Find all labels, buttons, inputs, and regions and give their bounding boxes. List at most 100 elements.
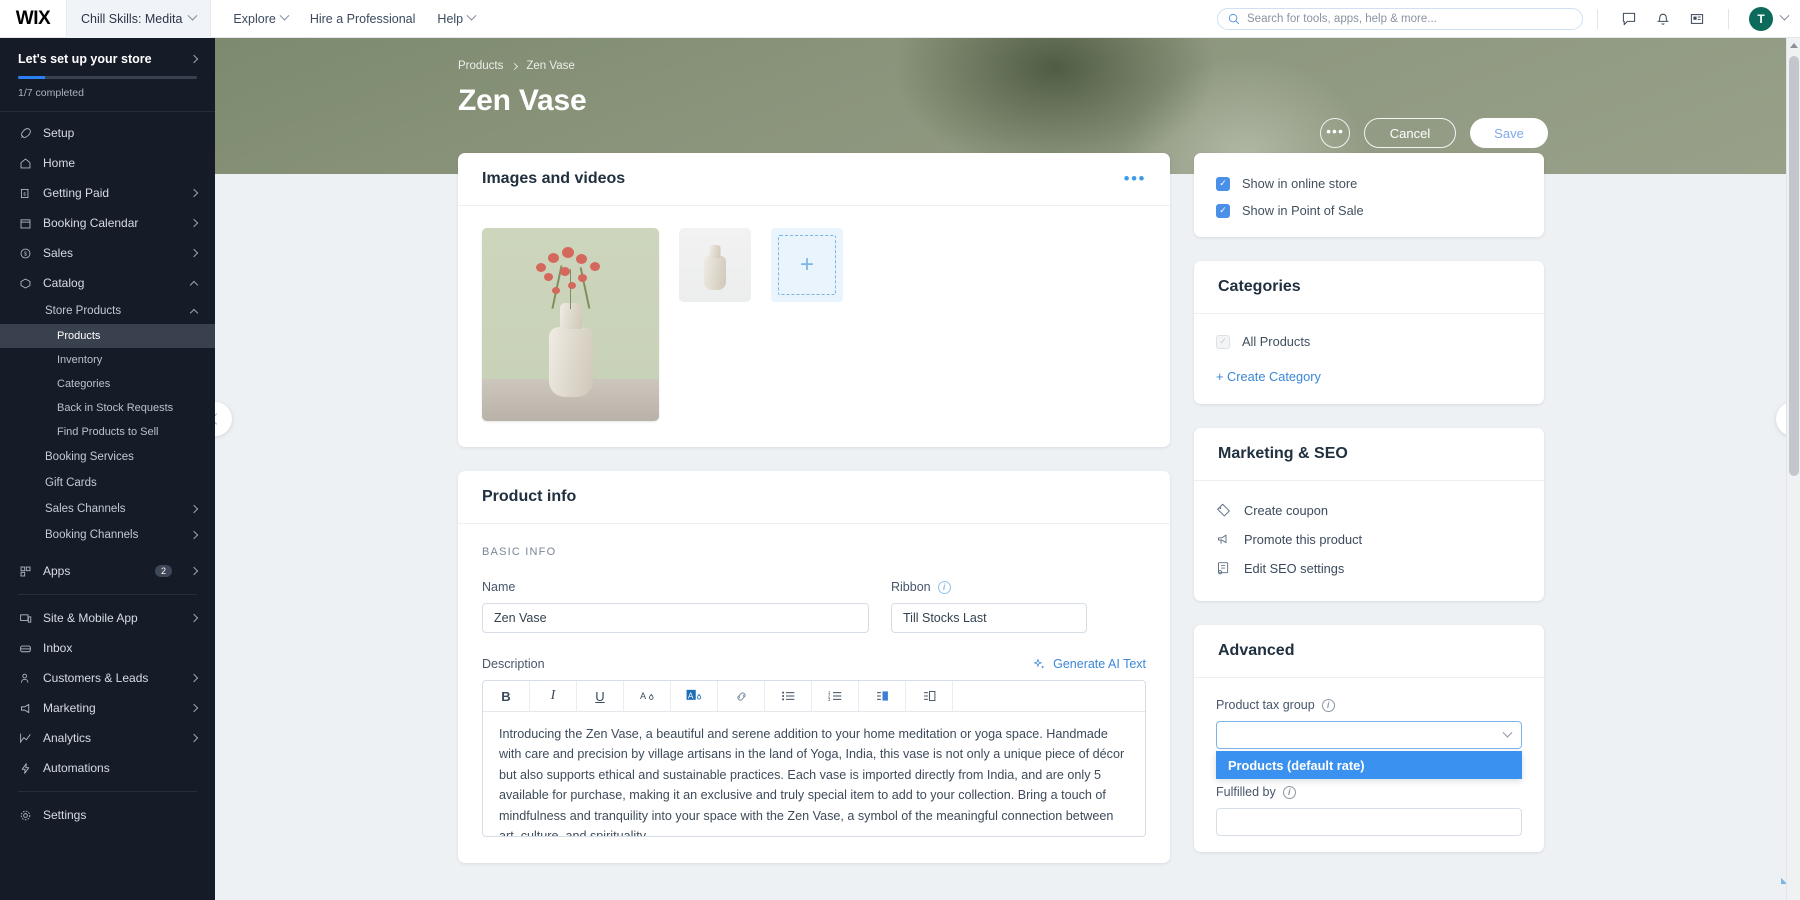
money-icon: $ <box>18 186 32 200</box>
news-icon[interactable] <box>1680 11 1714 27</box>
show-in-point-of-sale-row[interactable]: ✓ Show in Point of Sale <box>1216 203 1522 218</box>
sidebar-item-booking-calendar[interactable]: Booking Calendar <box>0 208 215 238</box>
sidebar-item-back-in-stock-requests[interactable]: Back in Stock Requests <box>0 396 215 420</box>
svg-text:3: 3 <box>828 697 831 702</box>
chevron-right-icon <box>511 62 519 70</box>
main-content: Products Zen Vase Zen Vase ••• Cancel Sa… <box>215 38 1793 900</box>
sidebar: Let's set up your store 1/7 completed Se… <box>0 38 215 900</box>
sidebar-item-inbox[interactable]: Inbox <box>0 633 215 663</box>
checkbox-disabled-icon: ✓ <box>1216 334 1230 349</box>
setup-progress-block[interactable]: Let's set up your store 1/7 completed <box>0 38 215 112</box>
show-in-online-store-label: Show in online store <box>1242 176 1358 191</box>
description-textarea[interactable]: Introducing the Zen Vase, a beautiful an… <box>483 712 1145 836</box>
more-actions-button[interactable]: ••• <box>1320 118 1350 148</box>
svg-text:A: A <box>640 691 647 701</box>
sidebar-item-find-products-to-sell[interactable]: Find Products to Sell <box>0 420 215 444</box>
save-button[interactable]: Save <box>1470 118 1548 148</box>
promote-product-label: Promote this product <box>1244 532 1363 547</box>
bullet-list-icon[interactable] <box>765 681 812 711</box>
images-more-icon[interactable]: ••• <box>1124 170 1146 187</box>
sidebar-item-products[interactable]: Products <box>0 324 215 348</box>
cancel-button[interactable]: Cancel <box>1364 118 1456 148</box>
bold-icon[interactable]: B <box>483 681 530 711</box>
promote-product-link[interactable]: Promote this product <box>1216 525 1522 554</box>
sidebar-item-settings[interactable]: Settings <box>0 800 215 830</box>
italic-icon[interactable]: I <box>530 681 577 711</box>
bell-icon[interactable] <box>1646 11 1680 27</box>
product-image-primary[interactable] <box>482 228 659 421</box>
avatar[interactable]: T <box>1749 6 1773 31</box>
highlight-color-icon[interactable]: A <box>671 681 718 711</box>
nav-hire-professional[interactable]: Hire a Professional <box>310 12 416 26</box>
numbered-list-icon[interactable]: 123 <box>812 681 859 711</box>
setup-title: Let's set up your store <box>18 52 152 66</box>
product-info-body: BASIC INFO Name Zen Vase Ribbon i Till S… <box>458 524 1787 885</box>
sidebar-item-marketing[interactable]: Marketing <box>0 693 215 723</box>
description-editor: B I U A A 1 2 3 Introducing the Zen Vase… <box>482 680 1787 885</box>
megaphone-icon <box>1218 534 1227 544</box>
advanced-header: Advanced <box>1194 625 1544 678</box>
sidebar-item-catalog[interactable]: Catalog <box>0 268 215 298</box>
sidebar-item-analytics[interactable]: Analytics <box>0 723 215 753</box>
underline-icon[interactable]: U <box>577 681 624 711</box>
sidebar-item-setup[interactable]: Setup <box>0 118 215 148</box>
info-icon[interactable]: i <box>1321 698 1335 712</box>
product-image-thumbnail[interactable] <box>679 228 751 302</box>
checkbox-checked-icon[interactable]: ✓ <box>1216 176 1230 191</box>
create-coupon-link[interactable]: Create coupon <box>1216 496 1522 525</box>
info-icon[interactable]: i <box>1282 785 1296 799</box>
wix-logo[interactable]: WIX <box>0 8 66 30</box>
chevron-right-icon <box>189 188 199 198</box>
top-bar: WIX Chill Skills: Medita Explore Hire a … <box>0 0 1800 38</box>
fulfilled-by-input[interactable] <box>1216 808 1522 836</box>
chevron-left-icon <box>215 413 223 425</box>
sidebar-label: Sales <box>43 246 74 260</box>
name-field-group: Name Zen Vase <box>482 580 869 633</box>
name-input[interactable]: Zen Vase <box>482 603 869 633</box>
checkbox-checked-icon[interactable]: ✓ <box>1216 203 1230 218</box>
nav-help[interactable]: Help <box>437 10 477 26</box>
sidebar-item-automations[interactable]: Automations <box>0 753 215 783</box>
sidebar-item-home[interactable]: Home <box>0 148 215 178</box>
sidebar-item-booking-channels[interactable]: Booking Channels <box>0 522 215 548</box>
scrollbar-thumb[interactable] <box>1789 56 1799 476</box>
sidebar-item-getting-paid[interactable]: $ Getting Paid <box>0 178 215 208</box>
breadcrumb-products[interactable]: Products <box>458 60 503 72</box>
chevron-down-icon[interactable] <box>1779 10 1790 21</box>
create-category-button[interactable]: + Create Category <box>1216 369 1522 384</box>
sidebar-item-inventory[interactable]: Inventory <box>0 348 215 372</box>
sidebar-item-categories[interactable]: Categories <box>0 372 215 396</box>
sidebar-item-gift-cards[interactable]: Gift Cards <box>0 470 215 496</box>
text-color-icon[interactable]: A <box>624 681 671 711</box>
edit-seo-settings-link[interactable]: Edit SEO settings <box>1216 554 1522 583</box>
sidebar-item-store-products[interactable]: Store Products <box>0 298 215 324</box>
align-right-icon[interactable] <box>859 681 906 711</box>
ribbon-input[interactable]: Till Stocks Last <box>891 603 1087 633</box>
chat-icon[interactable] <box>1612 11 1646 27</box>
sidebar-item-customers-leads[interactable]: Customers & Leads <box>0 663 215 693</box>
breadcrumb-current: Zen Vase <box>526 60 575 72</box>
link-icon[interactable] <box>718 681 765 711</box>
wix-dashboard: WIX Chill Skills: Medita Explore Hire a … <box>0 0 1800 900</box>
tax-option-products-default-rate[interactable]: Products (default rate) <box>1216 751 1522 779</box>
sidebar-label: Automations <box>43 761 110 775</box>
sidebar-label: Find Products to Sell <box>57 426 159 438</box>
show-in-online-store-row[interactable]: ✓ Show in online store <box>1216 176 1522 191</box>
bolt-icon <box>18 761 32 775</box>
text-direction-icon[interactable] <box>906 681 953 711</box>
site-selector[interactable]: Chill Skills: Medita <box>66 0 212 38</box>
nav-explore[interactable]: Explore <box>233 10 290 26</box>
sidebar-item-booking-services[interactable]: Booking Services <box>0 444 215 470</box>
product-tax-group-select[interactable] <box>1216 721 1522 749</box>
sidebar-item-site-mobile-app[interactable]: Site & Mobile App <box>0 603 215 633</box>
info-icon[interactable]: i <box>937 580 951 594</box>
scroll-up-button[interactable] <box>1787 38 1800 53</box>
name-ribbon-row: Name Zen Vase Ribbon i Till Stocks Last <box>482 580 1146 633</box>
sidebar-item-sales[interactable]: $ Sales <box>0 238 215 268</box>
generate-ai-text-button[interactable]: Generate AI Text <box>1033 657 1146 671</box>
page-scrollbar[interactable] <box>1786 38 1800 900</box>
sidebar-item-apps[interactable]: Apps 2 <box>0 556 215 586</box>
add-media-button[interactable]: + <box>771 228 843 302</box>
sidebar-item-sales-channels[interactable]: Sales Channels <box>0 496 215 522</box>
search-input[interactable]: Search for tools, apps, help & more... <box>1217 7 1583 30</box>
